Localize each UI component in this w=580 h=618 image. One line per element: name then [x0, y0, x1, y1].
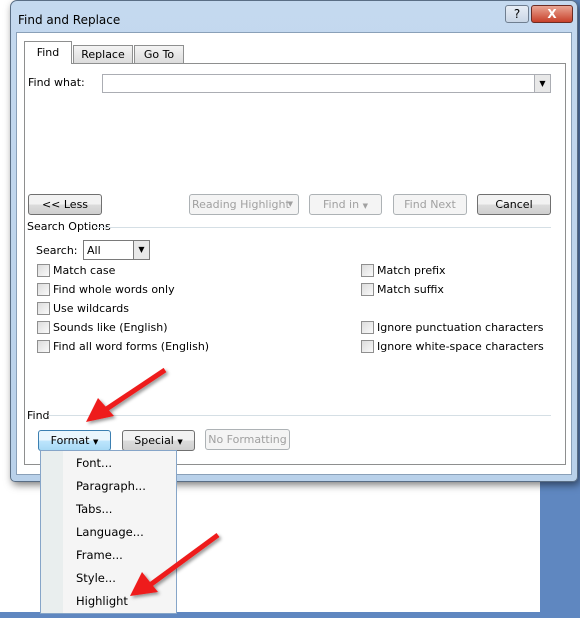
tab-find[interactable]: Find [24, 41, 72, 64]
arrow-to-highlight [130, 532, 220, 596]
annotation-arrows [86, 367, 220, 596]
arrow-to-format [86, 367, 167, 422]
